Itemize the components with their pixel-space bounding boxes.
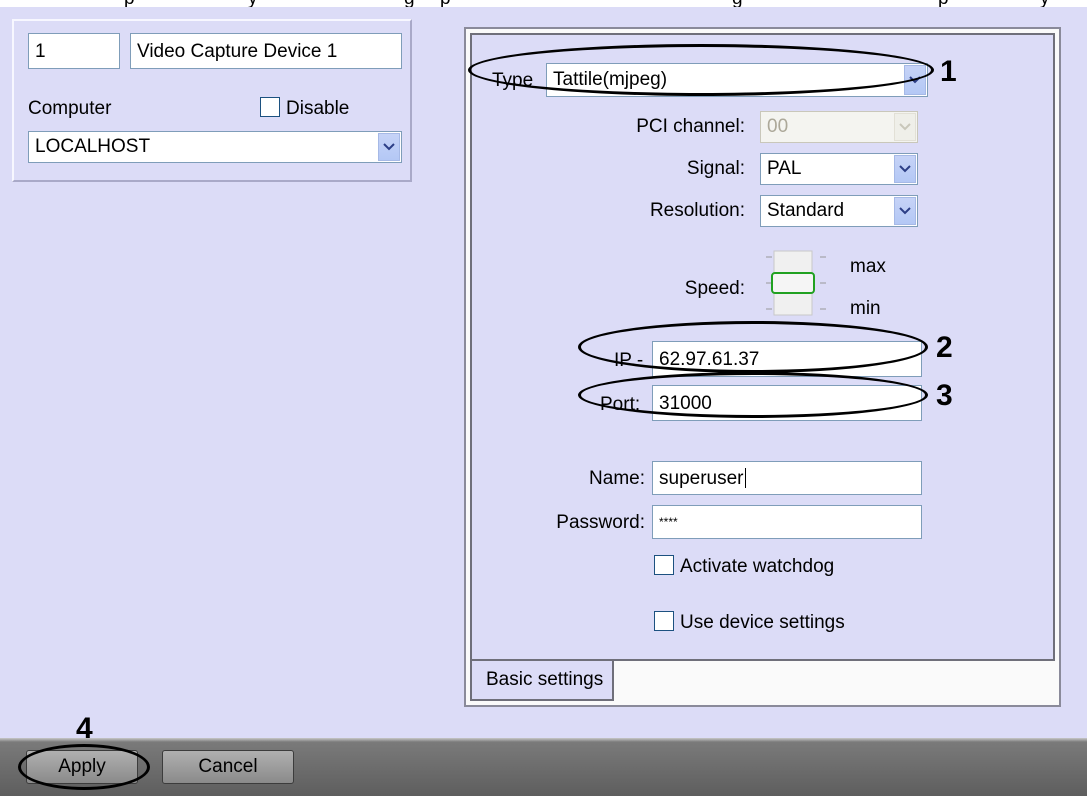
- device-name-field[interactable]: Video Capture Device 1: [130, 33, 402, 69]
- pci-channel-select[interactable]: 00: [760, 111, 918, 143]
- signal-select-value: PAL: [767, 158, 802, 179]
- name-label: Name:: [589, 468, 645, 489]
- callout-number-3: 3: [936, 379, 953, 412]
- tab-basic-settings-label: Basic settings: [486, 669, 604, 690]
- callout-oval-ip: [578, 321, 928, 373]
- tab-basic-settings[interactable]: Basic settings: [470, 661, 614, 701]
- speed-max-label: max: [850, 256, 886, 277]
- disable-checkbox[interactable]: [260, 97, 280, 117]
- password-field[interactable]: ****: [652, 505, 922, 539]
- speed-label: Speed:: [684, 278, 745, 299]
- device-panel: 1 Video Capture Device 1 Computer Disabl…: [12, 19, 412, 182]
- callout-oval-port: [578, 372, 928, 418]
- signal-label: Signal:: [686, 158, 745, 179]
- callout-oval-apply: [18, 744, 150, 790]
- activate-watchdog-label: Activate watchdog: [680, 556, 835, 577]
- chevron-down-icon: [894, 113, 916, 141]
- chevron-down-icon[interactable]: [378, 133, 400, 161]
- cancel-button-label: Cancel: [198, 756, 258, 777]
- name-field[interactable]: superuser: [652, 461, 922, 495]
- callout-oval-type: [468, 44, 934, 96]
- use-device-settings-label: Use device settings: [680, 612, 845, 633]
- computer-label: Computer: [28, 98, 112, 119]
- settings-window: 1 Video Capture Device 1 Computer Disabl…: [0, 7, 1087, 744]
- resolution-select[interactable]: Standard: [760, 195, 918, 227]
- bottom-toolbar: Apply Cancel: [0, 738, 1087, 796]
- speed-min-label: min: [850, 298, 881, 319]
- device-name-value: Video Capture Device 1: [137, 40, 338, 62]
- pci-channel-label: PCI channel:: [636, 116, 745, 137]
- speed-slider-graphic: [766, 250, 826, 316]
- computer-select-value: LOCALHOST: [35, 136, 151, 157]
- resolution-label: Resolution:: [649, 200, 745, 221]
- computer-select[interactable]: LOCALHOST: [28, 131, 402, 163]
- activate-watchdog-checkbox[interactable]: [654, 555, 674, 575]
- speed-slider[interactable]: [762, 249, 842, 317]
- slider-thumb[interactable]: [771, 272, 815, 294]
- password-value: ****: [659, 515, 678, 529]
- chevron-down-icon[interactable]: [894, 155, 916, 183]
- callout-number-1: 1: [940, 55, 957, 88]
- name-value: superuser: [659, 467, 744, 489]
- signal-select[interactable]: PAL: [760, 153, 918, 185]
- use-device-settings-checkbox[interactable]: [654, 611, 674, 631]
- pci-channel-value: 00: [767, 116, 789, 137]
- device-number-value: 1: [35, 40, 46, 62]
- device-number-field[interactable]: 1: [28, 33, 120, 69]
- password-label: Password:: [556, 512, 645, 533]
- chevron-down-icon[interactable]: [894, 197, 916, 225]
- callout-number-2: 2: [936, 331, 953, 364]
- cancel-button[interactable]: Cancel: [162, 750, 294, 784]
- disable-label: Disable: [286, 98, 350, 119]
- resolution-select-value: Standard: [767, 200, 845, 221]
- text-cursor: [744, 468, 746, 488]
